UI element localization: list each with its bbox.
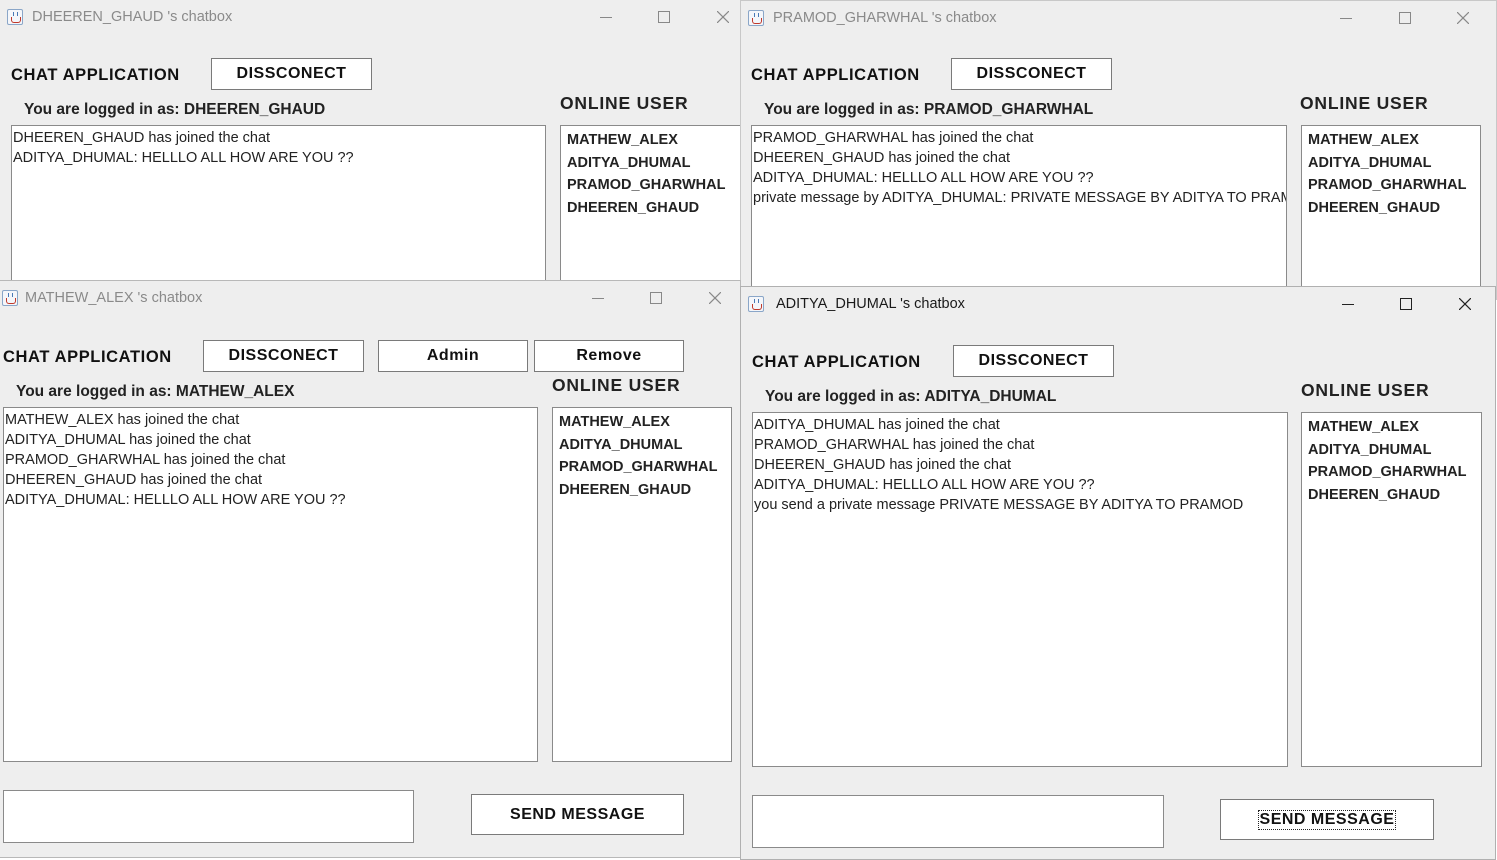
online-user-title: ONLINE USER (1300, 93, 1429, 113)
user-list-item[interactable]: MATHEW_ALEX (1308, 416, 1475, 439)
chat-area[interactable]: DHEEREN_GHAUD has joined the chat ADITYA… (11, 125, 546, 295)
remove-button-label: Remove (576, 347, 642, 364)
app-label: CHAT APPLICATION (3, 348, 172, 366)
online-user-list[interactable]: MATHEW_ALEX ADITYA_DHUMAL PRAMOD_GHARWHA… (552, 407, 732, 762)
logged-in-label: You are logged in as: ADITYA_DHUMAL (765, 388, 1057, 405)
maximize-icon[interactable] (1386, 291, 1426, 317)
chat-area[interactable]: ADITYA_DHUMAL has joined the chat PRAMOD… (752, 412, 1288, 767)
user-list-item[interactable]: DHEEREN_GHAUD (567, 197, 742, 220)
java-app-icon (7, 9, 23, 25)
chat-message: private message by ADITYA_DHUMAL: PRIVAT… (753, 190, 1287, 206)
online-user-list[interactable]: MATHEW_ALEX ADITYA_DHUMAL PRAMOD_GHARWHA… (1301, 125, 1481, 295)
disconnect-button[interactable]: DISSCONECT (203, 340, 364, 372)
chat-message: ADITYA_DHUMAL has joined the chat (5, 432, 251, 448)
disconnect-button-label: DISSCONECT (976, 65, 1087, 82)
app-label: CHAT APPLICATION (751, 66, 920, 84)
minimize-icon[interactable] (1328, 291, 1368, 317)
minimize-icon[interactable] (1326, 5, 1366, 31)
online-user-title: ONLINE USER (560, 93, 689, 113)
user-list-item[interactable]: PRAMOD_GHARWHAL (1308, 461, 1475, 484)
send-message-button[interactable]: SEND MESSAGE (1220, 799, 1434, 840)
java-app-icon (2, 290, 18, 306)
admin-button[interactable]: Admin (378, 340, 528, 372)
logged-in-label: You are logged in as: PRAMOD_GHARWHAL (764, 101, 1094, 118)
disconnect-button-label: DISSCONECT (978, 352, 1089, 369)
chat-message: DHEEREN_GHAUD has joined the chat (754, 457, 1012, 473)
disconnect-button-label: DISSCONECT (228, 347, 339, 364)
chat-message: DHEEREN_GHAUD has joined the chat (13, 130, 271, 146)
minimize-icon[interactable] (578, 285, 618, 311)
window-aditya-chatbox: ADITYA_DHUMAL 's chatbox CHAT APPLICATIO… (740, 286, 1496, 860)
title-bar[interactable]: MATHEW_ALEX 's chatbox (0, 281, 740, 315)
logged-in-label: You are logged in as: DHEEREN_GHAUD (24, 101, 326, 118)
chat-message: ADITYA_DHUMAL: HELLLO ALL HOW ARE YOU ?? (5, 492, 346, 508)
chat-message: PRAMOD_GHARWHAL has joined the chat (754, 437, 1035, 453)
online-user-list[interactable]: MATHEW_ALEX ADITYA_DHUMAL PRAMOD_GHARWHA… (560, 125, 742, 295)
window-title: MATHEW_ALEX 's chatbox (25, 290, 203, 306)
user-list-item[interactable]: ADITYA_DHUMAL (1308, 439, 1475, 462)
admin-button-label: Admin (426, 347, 480, 364)
send-message-button[interactable]: SEND MESSAGE (471, 794, 684, 835)
chat-message: ADITYA_DHUMAL has joined the chat (754, 417, 1000, 433)
close-icon[interactable] (1445, 291, 1485, 317)
send-message-label: SEND MESSAGE (510, 805, 645, 823)
title-bar[interactable]: PRAMOD_GHARWHAL 's chatbox (741, 1, 1496, 35)
chat-message: DHEEREN_GHAUD has joined the chat (753, 150, 1011, 166)
app-label: CHAT APPLICATION (11, 66, 180, 84)
chat-message: DHEEREN_GHAUD has joined the chat (5, 472, 263, 488)
chat-message: you send a private message PRIVATE MESSA… (754, 497, 1244, 513)
maximize-icon[interactable] (1385, 5, 1425, 31)
message-input[interactable] (752, 795, 1164, 848)
window-mathew-chatbox: MATHEW_ALEX 's chatbox CHAT APPLICATION … (0, 280, 741, 858)
java-app-icon (748, 10, 764, 26)
online-user-title: ONLINE USER (1301, 380, 1430, 400)
window-title: ADITYA_DHUMAL 's chatbox (776, 296, 965, 312)
window-pramod-chatbox: PRAMOD_GHARWHAL 's chatbox CHAT APPLICAT… (740, 0, 1497, 300)
disconnect-button[interactable]: DISSCONECT (211, 58, 372, 90)
chat-message: ADITYA_DHUMAL: HELLLO ALL HOW ARE YOU ?? (753, 170, 1094, 186)
user-list-item[interactable]: ADITYA_DHUMAL (1308, 152, 1474, 175)
user-list-item[interactable]: DHEEREN_GHAUD (1308, 197, 1474, 220)
user-list-item[interactable]: ADITYA_DHUMAL (567, 152, 742, 175)
chat-message: PRAMOD_GHARWHAL has joined the chat (5, 452, 286, 468)
title-bar[interactable]: ADITYA_DHUMAL 's chatbox (741, 287, 1495, 321)
maximize-icon[interactable] (636, 285, 676, 311)
online-user-title: ONLINE USER (552, 375, 681, 395)
message-input[interactable] (3, 790, 414, 843)
close-icon[interactable] (1443, 5, 1483, 31)
logged-in-label: You are logged in as: MATHEW_ALEX (16, 383, 295, 400)
app-label: CHAT APPLICATION (752, 353, 921, 371)
user-list-item[interactable]: DHEEREN_GHAUD (1308, 484, 1475, 507)
disconnect-button[interactable]: DISSCONECT (953, 345, 1114, 377)
maximize-icon[interactable] (644, 4, 684, 30)
close-icon[interactable] (695, 285, 735, 311)
window-title: PRAMOD_GHARWHAL 's chatbox (773, 10, 997, 26)
user-list-item[interactable]: MATHEW_ALEX (559, 411, 725, 434)
java-app-icon (748, 296, 764, 312)
user-list-item[interactable]: MATHEW_ALEX (567, 129, 742, 152)
user-list-item[interactable]: PRAMOD_GHARWHAL (559, 456, 725, 479)
chat-area[interactable]: PRAMOD_GHARWHAL has joined the chat DHEE… (751, 125, 1287, 295)
chat-message: ADITYA_DHUMAL: HELLLO ALL HOW ARE YOU ?? (754, 477, 1095, 493)
user-list-item[interactable]: PRAMOD_GHARWHAL (1308, 174, 1474, 197)
send-message-label: SEND MESSAGE (1257, 809, 1397, 830)
remove-button[interactable]: Remove (534, 340, 684, 372)
chat-message: PRAMOD_GHARWHAL has joined the chat (753, 130, 1034, 146)
window-title: DHEEREN_GHAUD 's chatbox (32, 9, 233, 25)
disconnect-button-label: DISSCONECT (236, 65, 347, 82)
chat-message: MATHEW_ALEX has joined the chat (5, 412, 240, 428)
disconnect-button[interactable]: DISSCONECT (951, 58, 1112, 90)
minimize-icon[interactable] (586, 4, 626, 30)
user-list-item[interactable]: MATHEW_ALEX (1308, 129, 1474, 152)
chat-area[interactable]: MATHEW_ALEX has joined the chat ADITYA_D… (3, 407, 538, 762)
window-dheeren-chatbox: DHEEREN_GHAUD 's chatbox CHAT APPLICATIO… (0, 0, 742, 300)
title-bar[interactable]: DHEEREN_GHAUD 's chatbox (0, 0, 742, 34)
chat-message: ADITYA_DHUMAL: HELLLO ALL HOW ARE YOU ?? (13, 150, 354, 166)
user-list-item[interactable]: PRAMOD_GHARWHAL (567, 174, 742, 197)
online-user-list[interactable]: MATHEW_ALEX ADITYA_DHUMAL PRAMOD_GHARWHA… (1301, 412, 1482, 767)
close-icon[interactable] (703, 4, 742, 30)
user-list-item[interactable]: DHEEREN_GHAUD (559, 479, 725, 502)
user-list-item[interactable]: ADITYA_DHUMAL (559, 434, 725, 457)
